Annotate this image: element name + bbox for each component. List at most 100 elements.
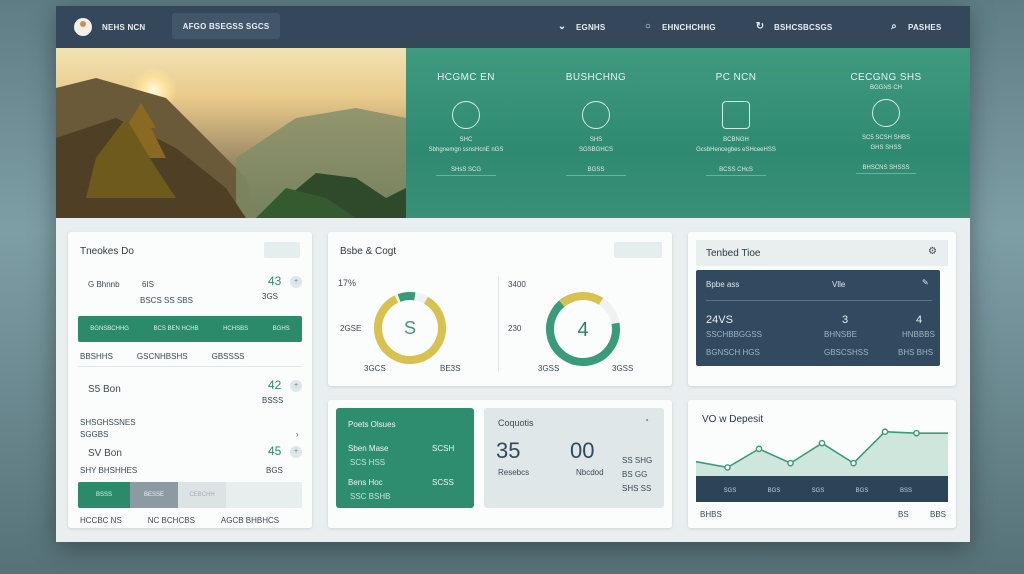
hero-col-3[interactable]: PC NCN BCBNGH GcsbHencegbes eSHceeHSS BC… — [676, 72, 796, 176]
deposit-title: VO w Depesit — [702, 414, 764, 425]
budget-controls[interactable] — [614, 242, 662, 258]
task-count-sub: 3GS — [262, 292, 279, 301]
deposit-line-chart: SGSBGSSGSBGSBSSA — [696, 428, 948, 502]
task-count: 43 — [268, 274, 282, 288]
brand-name: NEHS NCN — [102, 23, 146, 32]
hero-col-line: Sbhgnemgn ssnsHcnE nGS — [428, 147, 504, 153]
edit-icon[interactable]: ✎ — [922, 278, 929, 287]
hero-col-link[interactable]: SHsS SCG — [436, 165, 496, 176]
add-icon[interactable]: + — [290, 276, 302, 288]
add-icon[interactable]: + — [290, 380, 302, 392]
cogs-card[interactable]: Coquotis ◔ 35 Resebcs 00 Nbcdod SS SHG B… — [484, 408, 664, 508]
hero-col-title: HCGMC EN — [437, 72, 495, 83]
nav-item-2[interactable]: ○ EHNCHCHHG — [642, 18, 716, 36]
meta-item: GBSSSS — [211, 352, 245, 361]
budget-ring-2: 4 — [546, 292, 620, 366]
task-name: G Bhnnb — [88, 280, 120, 289]
task-meta: SGGBS — [80, 430, 109, 439]
chart-point[interactable] — [850, 459, 857, 467]
ports-card[interactable]: Poets Olsues Sben Mase SCSH SCS HSS Bens… — [336, 408, 474, 508]
bar-label: BGNSBCHHG — [90, 326, 129, 332]
axis-label: 2GSE — [340, 324, 362, 333]
cogs-side: SS SHG — [622, 456, 653, 465]
nav-label: EHNCHCHHG — [662, 22, 716, 32]
deposit-foot: BS — [898, 510, 909, 519]
hero-col-link[interactable]: BGSS — [566, 165, 626, 176]
task-count: 42 — [268, 378, 282, 392]
hero-col-link[interactable]: BCSS CHcS — [706, 165, 766, 176]
trend-value: 4 — [916, 314, 923, 326]
add-icon[interactable]: + — [290, 446, 302, 458]
nav-item-1[interactable]: ⌄ EGNHS — [556, 18, 606, 36]
chart-point[interactable] — [818, 439, 826, 447]
chart-point[interactable] — [787, 459, 794, 467]
meta-item: GSCNHBSHS — [136, 352, 188, 361]
ports-panel: Poets Olsues Sben Mase SCSH SCS HSS Bens… — [328, 400, 672, 528]
trend-col-a: Bpbe ass — [706, 280, 740, 289]
divider — [706, 300, 932, 301]
hero-col-4[interactable]: CECGNG SHS BGGNS CH SC5 SCSH SHBS GHS SH… — [816, 72, 956, 174]
budget-panel: Bsbe & Cogt 17% 2GSE 3GCS BE3S S 3400 23… — [328, 232, 672, 386]
bar-label: BCS BEN HCHB — [153, 326, 199, 332]
hero-col-title: BUSHCHNG — [565, 72, 627, 83]
hero-col-line: SGSBGHCS — [578, 147, 613, 153]
x-tick-label: BGS — [768, 488, 781, 494]
hero-stats-panel: HCGMC EN SHC Sbhgnemgn ssnsHcnE nGS SHsS… — [406, 48, 970, 218]
logo-icon[interactable] — [74, 18, 92, 36]
chart-point[interactable] — [755, 445, 763, 453]
search-field[interactable]: AFGO BSEGSS SGCS — [172, 13, 280, 39]
shield-icon — [582, 101, 610, 129]
bar-label: HCHSBS — [223, 326, 249, 332]
trend-foot: BGNSCH HGS — [706, 348, 760, 357]
ports-row-label: Sben Mase — [348, 444, 389, 453]
hero-banner: HCGMC EN SHC Sbhgnemgn ssnsHcnE nGS SHsS… — [56, 48, 970, 218]
tasks-controls[interactable] — [264, 242, 300, 258]
hero-col-title: CECGNG SHS — [850, 72, 922, 83]
nav-item-4[interactable]: ⌕ PASHES — [888, 18, 942, 36]
hero-col-sub: BGGNS CH — [869, 85, 902, 91]
chart-point[interactable] — [913, 429, 920, 437]
hero-col-line: SHS — [589, 137, 603, 143]
ports-title: Poets Olsues — [348, 420, 396, 429]
mountain-illustration — [56, 78, 406, 218]
trend-title: Tenbed Tioe — [706, 248, 761, 259]
trend-sub: SSCHBBGGSS — [706, 330, 763, 339]
tasks-footer: HCCBC NS NC BCHCBS AGCB BHBHCS — [80, 516, 304, 525]
globe-icon — [872, 99, 900, 127]
nav-label: PASHES — [908, 22, 942, 32]
x-tick-label: BSS — [900, 488, 912, 494]
settings-icon[interactable]: ⚙ — [928, 246, 937, 257]
task-header-bar: BGNSBCHHG BCS BEN HCHB HCHSBS BGHS — [78, 316, 302, 342]
clock-icon: ○ — [644, 21, 652, 32]
footer-item[interactable]: NC BCHCBS — [148, 516, 195, 525]
ring-label: 4 — [577, 319, 588, 341]
tools-icon — [722, 101, 750, 129]
info-icon[interactable]: ◔ — [644, 416, 649, 425]
chart-point[interactable] — [724, 464, 731, 471]
nav-item-3[interactable]: ↻ BSHCSBCSGS — [754, 18, 833, 36]
hero-col-1[interactable]: HCGMC EN SHC Sbhgnemgn ssnsHcnE nGS SHsS… — [406, 72, 526, 176]
chart-point[interactable] — [881, 428, 889, 436]
hero-col-line: SC5 SCSH SHBS — [861, 135, 910, 141]
ring-label: S — [404, 318, 416, 338]
cogs-value: 00 — [570, 438, 595, 463]
deposit-foot: BHBS — [700, 510, 722, 519]
budget-percent: 17% — [338, 278, 357, 288]
hero-col-link[interactable]: BHSCNS SHSSS — [856, 163, 916, 174]
chevron-right-icon[interactable]: › — [296, 430, 299, 439]
cogs-side: SHS SS — [622, 484, 652, 493]
footer-item[interactable]: HCCBC NS — [80, 516, 122, 525]
tasks-title: Tneokes Do — [80, 246, 134, 257]
deposit-foot: BBS — [930, 510, 947, 519]
tasks-panel: Tneokes Do G Bhnnb 6IS BSCS SS SBS 43 3G… — [68, 232, 312, 528]
chevron-down-icon: ⌄ — [557, 21, 567, 32]
divider — [78, 366, 302, 367]
top-bar: NEHS NCN AFGO BSEGSS SGCS ⌄ EGNHS ○ EHNC… — [56, 6, 970, 48]
footer-item[interactable]: AGCB BHBHCS — [221, 516, 279, 525]
x-tick-label: SGS — [724, 488, 737, 494]
hero-col-2[interactable]: BUSHCHNG SHS SGSBGHCS BGSS — [536, 72, 656, 176]
budget-title: Bsbe & Cogt — [340, 246, 397, 257]
trend-sub: HNBBBS — [902, 330, 935, 339]
trend-panel: Tenbed Tioe ⚙ Bpbe ass Vlle ✎ 24VS 3 4 S… — [688, 232, 956, 386]
dashboard-window: NEHS NCN AFGO BSEGSS SGCS ⌄ EGNHS ○ EHNC… — [56, 6, 970, 542]
